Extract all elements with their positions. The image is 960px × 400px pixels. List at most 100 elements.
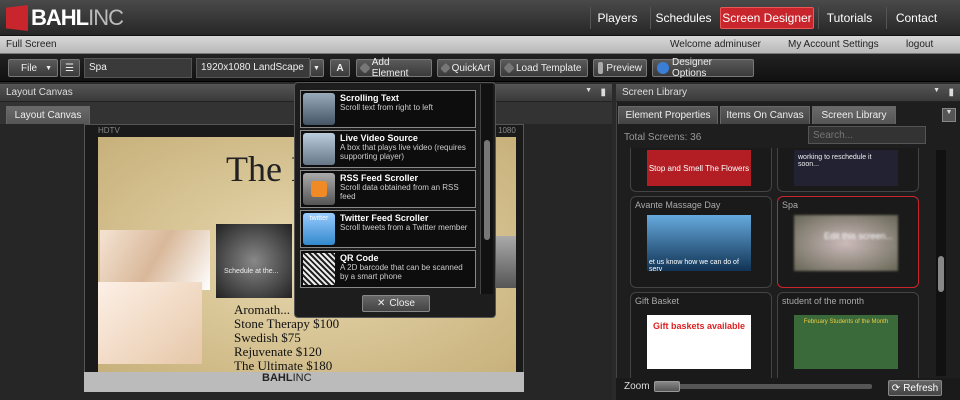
element-item-rss-feed[interactable]: RSS Feed Scroller Scroll data obtained fr… [300, 170, 476, 208]
stones-image[interactable] [216, 224, 292, 298]
screen-thumbnail: February Students of the Month [794, 315, 898, 369]
screen-name-input[interactable]: Spa [84, 58, 192, 78]
item-desc: Scroll text from right to left [340, 103, 433, 112]
preview-button[interactable]: Preview [593, 59, 647, 77]
tab-screen-library[interactable]: Screen Library [812, 106, 896, 124]
account-settings-link[interactable]: My Account Settings [788, 39, 879, 50]
layers-button[interactable]: ☰ [60, 59, 80, 77]
globe-icon [657, 62, 669, 74]
nav-contact[interactable]: Contact [886, 7, 946, 29]
pin-icon[interactable]: ▮ [600, 87, 606, 98]
qr-code-icon [303, 253, 335, 285]
designer-options-button[interactable]: Designer Options [652, 57, 754, 79]
element-item-qr-code[interactable]: QR Code A 2D barcode that can be scanned … [300, 250, 476, 288]
resolution-dropdown-button[interactable]: ▼ [310, 59, 324, 77]
file-menu-button[interactable]: File ▼ [8, 59, 58, 77]
sub-header-bar: Full Screen Welcome adminuser My Account… [0, 36, 960, 54]
screen-thumbnail: working to reschedule it soon... [794, 150, 898, 186]
bahl-logo[interactable]: BAHL INC [6, 4, 124, 32]
resolution-select[interactable]: 1920x1080 LandScape [196, 58, 310, 78]
thumbnail-caption: et us know how we can do of serv [649, 259, 739, 273]
preview-label: Preview [606, 62, 642, 74]
file-label: File [21, 62, 38, 74]
tab-items-on-canvas[interactable]: Items On Canvas [720, 106, 810, 124]
refresh-button[interactable]: ⟳ Refresh [888, 380, 942, 396]
nav-players[interactable]: Players [590, 7, 644, 29]
side-image[interactable] [494, 236, 516, 288]
library-search-input[interactable] [808, 126, 926, 144]
item-title: Twitter Feed Scroller [340, 213, 429, 223]
screen-library-header: Screen Library ▼ ▮ [616, 84, 960, 102]
scrolling-text-icon [303, 93, 335, 125]
quickart-button[interactable]: QuickArt [437, 59, 495, 77]
screen-card[interactable]: Avante Massage Day et us know how we can … [630, 196, 772, 288]
panel-menu-icon[interactable]: ▼ [933, 87, 940, 94]
item-desc: A 2D barcode that can be scanned by a sm… [340, 263, 463, 281]
full-screen-link[interactable]: Full Screen [6, 39, 57, 50]
library-scrollbar[interactable] [936, 150, 946, 376]
facial-image[interactable] [98, 282, 202, 364]
close-button[interactable]: ✕ Close [362, 295, 430, 312]
item-title: Scrolling Text [340, 93, 399, 103]
diamond-icon [359, 62, 371, 74]
item-desc: A box that plays live video (requires su… [340, 143, 466, 161]
logo-mark-icon [6, 5, 28, 31]
thumbnail-caption: working to reschedule it soon... [798, 154, 872, 168]
nav-schedules[interactable]: Schedules [650, 7, 716, 29]
text-a-button[interactable]: A [330, 59, 350, 77]
popup-scroll-thumb[interactable] [484, 140, 490, 240]
element-item-live-video[interactable]: Live Video Source A box that plays live v… [300, 130, 476, 168]
refresh-icon: ⟳ [891, 382, 901, 394]
massage-image[interactable] [100, 230, 210, 290]
add-element-button[interactable]: Add Element [356, 57, 432, 79]
res-label: 1080 [498, 126, 516, 135]
tab-layout-canvas[interactable]: Layout Canvas [6, 106, 90, 124]
screen-card-selected[interactable]: Spa Edit this screen... [777, 196, 919, 288]
logout-link[interactable]: logout [906, 39, 933, 50]
thumbnail-caption: February Students of the Month [803, 319, 889, 325]
tab-element-properties[interactable]: Element Properties [618, 106, 718, 124]
total-screens: Total Screens: 36 [624, 132, 702, 143]
twitter-logo-text: twitter [309, 215, 329, 222]
item-desc: Scroll data obtained from an RSS feed [340, 183, 459, 201]
tv-logo-bold: BAHL [262, 372, 293, 384]
video-camera-icon [303, 133, 335, 165]
item-title: RSS Feed Scroller [340, 173, 419, 183]
diamond-icon [503, 62, 515, 74]
element-item-twitter-feed[interactable]: twitter Twitter Feed Scroller Scroll tweet… [300, 210, 476, 248]
zoom-slider[interactable] [654, 381, 872, 392]
monitor-icon [598, 62, 604, 74]
screen-card-label: Spa [782, 200, 799, 210]
thumbnail-caption: Edit this screen... [824, 231, 894, 241]
chevron-down-icon: ▼ [945, 109, 953, 116]
screen-card[interactable]: working to reschedule it soon... [777, 148, 919, 192]
screen-card[interactable]: student of the month February Students of… [777, 292, 919, 384]
pin-icon[interactable]: ▮ [948, 87, 954, 98]
load-template-button[interactable]: Load Template [500, 59, 588, 77]
popup-scrollbar[interactable] [480, 84, 493, 294]
close-label: Close [389, 298, 415, 309]
element-item-scrolling-text[interactable]: Scrolling Text Scroll text from right to … [300, 90, 476, 128]
refresh-label: Refresh [903, 382, 939, 394]
schedule-text: Schedule at the... [224, 268, 279, 275]
top-bar: BAHL INC Players Schedules Screen Designe… [0, 0, 960, 36]
nav-screen-designer[interactable]: Screen Designer [720, 7, 814, 29]
layout-canvas-title: Layout Canvas [6, 87, 73, 98]
screen-library-title: Screen Library [622, 87, 688, 98]
zoom-slider-thumb[interactable] [654, 381, 680, 392]
tab-menu-button[interactable]: ▼ [942, 108, 956, 122]
quickart-label: QuickArt [451, 62, 490, 74]
screen-card[interactable]: Stop and Smell The Flowers [630, 148, 772, 192]
add-element-label: Add Element [371, 57, 409, 79]
screen-card-label: Avante Massage Day [635, 200, 721, 210]
screen-card[interactable]: Gift Basket Gift baskets available [630, 292, 772, 384]
logo-text-light: INC [88, 5, 124, 30]
panel-menu-icon[interactable]: ▼ [585, 87, 592, 94]
library-scroll-thumb[interactable] [938, 256, 944, 292]
tv-logo-light: INC [292, 372, 312, 384]
screen-thumbnail: Edit this screen... [794, 215, 898, 271]
logo-text-bold: BAHL [31, 5, 89, 30]
nav-tutorials[interactable]: Tutorials [818, 7, 880, 29]
screen-thumbnail: et us know how we can do of serv [647, 215, 751, 273]
rss-icon [303, 173, 335, 205]
